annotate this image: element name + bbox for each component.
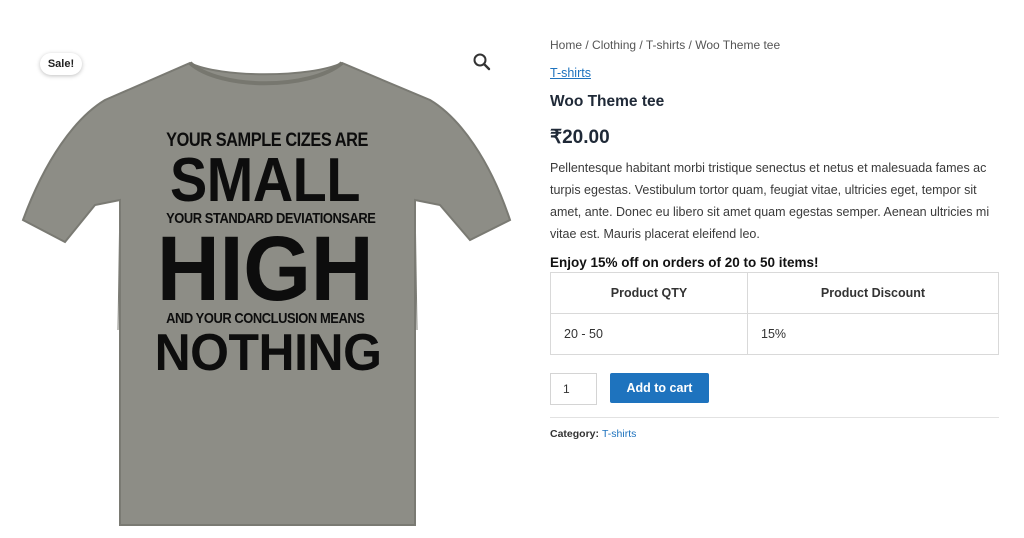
breadcrumb: Home / Clothing / T-shirts / Woo Theme t… bbox=[550, 38, 780, 52]
cell-qty: 20 - 50 bbox=[550, 313, 748, 355]
product-title: Woo Theme tee bbox=[550, 93, 665, 110]
breadcrumb-home[interactable]: Home bbox=[550, 38, 582, 52]
add-to-cart-button[interactable]: Add to cart bbox=[610, 373, 709, 403]
table-row: 20 - 50 15% bbox=[550, 313, 999, 355]
cell-discount: 15% bbox=[747, 313, 999, 355]
breadcrumb-separator: / bbox=[685, 38, 696, 52]
shirt-print: YOUR SAMPLE CIZES ARE SMALL YOUR STANDAR… bbox=[150, 130, 382, 382]
print-line: HIGH bbox=[156, 218, 374, 320]
search-icon[interactable] bbox=[472, 52, 492, 72]
product-gallery: Sale! YOUR SAMPLE CIZES ARE SMALL YOUR S… bbox=[0, 0, 520, 538]
breadcrumb-current: Woo Theme tee bbox=[695, 38, 781, 52]
quantity-input[interactable] bbox=[550, 373, 597, 405]
column-header-qty: Product QTY bbox=[550, 272, 748, 314]
column-header-discount: Product Discount bbox=[747, 272, 999, 314]
product-description: Pellentesque habitant morbi tristique se… bbox=[550, 161, 990, 241]
product-price: ₹20.00 bbox=[550, 127, 610, 148]
sale-badge: Sale! bbox=[40, 53, 82, 75]
discount-heading: Enjoy 15% off on orders of 20 to 50 item… bbox=[550, 255, 819, 270]
category-label: Category: bbox=[550, 428, 602, 440]
meta-category-link[interactable]: T-shirts bbox=[602, 428, 636, 440]
breadcrumb-clothing[interactable]: Clothing bbox=[592, 38, 636, 52]
divider bbox=[550, 417, 999, 418]
category-link[interactable]: T-shirts bbox=[550, 66, 591, 80]
product-meta: Category: T-shirts bbox=[550, 428, 636, 440]
print-line: NOTHING bbox=[154, 324, 382, 382]
breadcrumb-separator: / bbox=[582, 38, 593, 52]
breadcrumb-separator: / bbox=[636, 38, 646, 52]
breadcrumb-tshirts[interactable]: T-shirts bbox=[646, 38, 685, 52]
table-header-row: Product QTY Product Discount bbox=[550, 272, 999, 314]
print-line: SMALL bbox=[170, 146, 360, 215]
discount-table: Product QTY Product Discount 20 - 50 15% bbox=[550, 272, 999, 355]
